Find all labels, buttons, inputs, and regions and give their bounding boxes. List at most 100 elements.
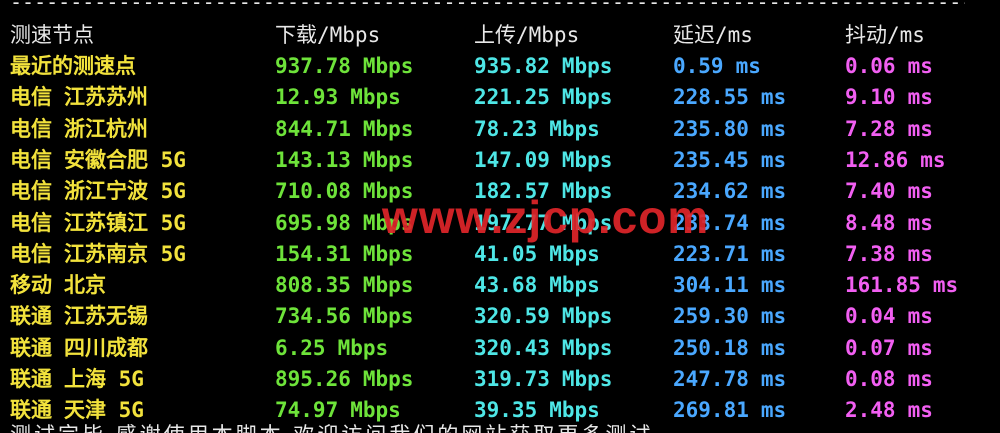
upload-cell: 41.05 Mbps (474, 239, 600, 270)
latency-value: 235.80 (673, 116, 749, 141)
jitter-cell: 8.48 ms (845, 208, 933, 239)
jitter-cell: 0.06 ms (845, 51, 933, 82)
node-isp: 电信 (10, 147, 52, 172)
latency-cell: 269.81 ms (673, 395, 786, 426)
separator-line: ----------------------------------------… (10, 0, 965, 10)
table-row: 联通 四川成都 6.25 Mbps 320.43 Mbps 250.18 ms 0.07 ms (0, 333, 1000, 364)
upload-cell: 221.25 Mbps (474, 82, 612, 113)
download-cell: 808.35 Mbps (275, 270, 413, 301)
upload-value: 320.59 (474, 304, 550, 329)
download-unit: Mbps (337, 335, 389, 360)
download-cell: 74.97 Mbps (275, 395, 401, 426)
table-row: 联通 天津 5G 74.97 Mbps 39.35 Mbps 269.81 ms 2.48 ms (0, 395, 1000, 426)
latency-unit: ms (760, 335, 787, 360)
node-location: 安徽合肥 5G (64, 147, 186, 172)
jitter-value: 161.85 (845, 273, 921, 298)
node-cell: 电信 浙江宁波 5G (10, 176, 186, 207)
table-header: 测速节点 下载/Mbps 上传/Mbps 延迟/ms 抖动/ms (0, 20, 1000, 51)
node-isp: 电信 (10, 116, 52, 141)
jitter-unit: ms (907, 116, 933, 141)
node-isp: 联通 (10, 304, 52, 329)
upload-cell: 320.43 Mbps (474, 333, 612, 364)
node-isp: 电信 (10, 210, 52, 235)
footer-line: 测试完毕,感谢使用本脚本,欢迎访问我们的网站获取更多测试 (10, 424, 940, 433)
jitter-unit: ms (907, 210, 933, 235)
latency-cell: 223.71 ms (673, 239, 786, 270)
download-value: 6.25 (275, 335, 326, 360)
latency-value: 247.78 (673, 367, 749, 391)
node-cell: 联通 上海 5G (10, 364, 144, 395)
node-cell: 电信 江苏镇江 5G (10, 208, 186, 239)
table-row: 联通 上海 5G 895.26 Mbps 319.73 Mbps 247.78 ms 0.08 m… (0, 364, 1000, 395)
latency-cell: 247.78 ms (673, 364, 786, 395)
jitter-value: 2.48 (845, 398, 896, 423)
node-location: 北京 (64, 273, 106, 298)
node-isp: 电信 (10, 85, 52, 110)
upload-value: 320.43 (474, 335, 550, 360)
jitter-value: 0.04 (845, 304, 896, 329)
node-isp: 电信 (10, 179, 52, 204)
latency-unit: ms (735, 54, 761, 78)
node-location: 江苏无锡 (64, 304, 148, 329)
node-cell: 联通 天津 5G (10, 395, 144, 426)
jitter-cell: 7.38 ms (845, 239, 933, 270)
download-cell: 937.78 Mbps (275, 51, 413, 82)
latency-cell: 235.45 ms (673, 145, 786, 176)
download-unit: Mbps (362, 147, 414, 172)
download-value: 808.35 (275, 273, 351, 298)
download-value: 895.26 (275, 367, 351, 391)
jitter-value: 7.38 (845, 241, 896, 266)
upload-cell: 43.68 Mbps (474, 270, 600, 301)
upload-value: 41.05 (474, 241, 538, 266)
header-upload: 上传/Mbps (474, 23, 580, 47)
jitter-cell: 2.48 ms (845, 395, 933, 426)
download-cell: 844.71 Mbps (275, 114, 413, 145)
node-location: 江苏镇江 5G (64, 210, 186, 235)
latency-value: 259.30 (673, 304, 749, 329)
download-unit: Mbps (362, 273, 414, 298)
download-cell: 6.25 Mbps (275, 333, 388, 364)
download-cell: 154.31 Mbps (275, 239, 413, 270)
upload-cell: 319.73 Mbps (474, 364, 612, 395)
footer-text: 测试完毕,感谢使用本脚本,欢迎访问我们的网站获取更多测试 (10, 424, 653, 433)
node-location: 江苏苏州 (64, 85, 148, 110)
table-row: 电信 江苏苏州 12.93 Mbps 221.25 Mbps 228.55 ms 9.10 ms (0, 82, 1000, 113)
latency-unit: ms (760, 179, 787, 204)
upload-cell: 147.09 Mbps (474, 145, 612, 176)
upload-cell: 935.82 Mbps (474, 51, 612, 82)
node-isp: 联通 (10, 398, 52, 423)
node-location: 江苏南京 5G (64, 241, 186, 266)
download-value: 695.98 (275, 210, 351, 235)
latency-unit: ms (760, 398, 787, 423)
latency-value: 250.18 (673, 335, 749, 360)
latency-unit: ms (760, 304, 787, 329)
jitter-value: 8.48 (845, 210, 896, 235)
jitter-cell: 7.28 ms (845, 114, 933, 145)
latency-value: 235.45 (673, 147, 749, 172)
download-value: 74.97 (275, 398, 339, 423)
upload-unit: Mbps (561, 147, 613, 172)
jitter-value: 7.40 (845, 179, 896, 204)
upload-cell: 78.23 Mbps (474, 114, 600, 145)
node-location: 浙江宁波 5G (64, 179, 186, 204)
download-value: 937.78 (275, 54, 351, 78)
node-cell: 最近的测速点 (10, 51, 136, 82)
upload-value: 935.82 (474, 54, 550, 78)
jitter-value: 0.06 (845, 54, 896, 78)
upload-cell: 320.59 Mbps (474, 301, 612, 332)
upload-value: 39.35 (474, 398, 538, 423)
node-isp: 联通 (10, 335, 52, 360)
node-cell: 联通 江苏无锡 (10, 301, 148, 332)
upload-value: 147.09 (474, 147, 550, 172)
download-cell: 895.26 Mbps (275, 364, 413, 395)
node-isp: 最近的测速点 (10, 54, 136, 78)
latency-value: 223.71 (673, 241, 749, 266)
download-value: 844.71 (275, 116, 351, 141)
download-value: 154.31 (275, 241, 351, 266)
download-value: 734.56 (275, 304, 351, 329)
jitter-cell: 9.10 ms (845, 82, 933, 113)
upload-unit: Mbps (549, 398, 600, 423)
upload-unit: Mbps (549, 273, 600, 298)
latency-cell: 304.11 ms (673, 270, 786, 301)
node-isp: 移动 (10, 273, 52, 298)
